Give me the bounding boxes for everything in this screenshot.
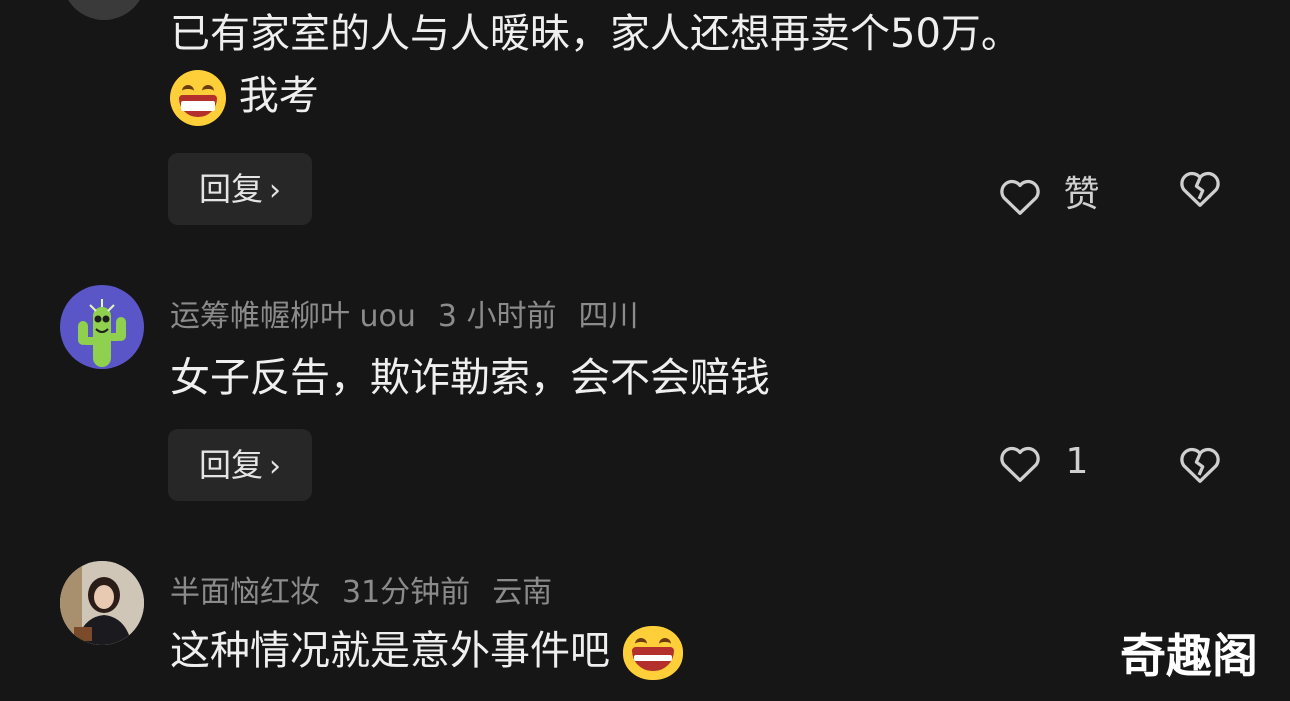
reply-button-label: 回复 [198,170,263,208]
location: 云南 [492,575,553,610]
reply-button[interactable]: 回复 › [168,153,312,225]
like-label: 赞 [1063,174,1100,215]
grinning-emoji-icon [170,70,226,126]
avatar-comment-2[interactable] [60,561,144,645]
broken-heart-icon [1180,171,1220,207]
chevron-right-icon: › [269,173,281,208]
comment-text: 这种情况就是意外事件吧 [170,628,610,674]
laughing-emoji-icon [622,626,683,680]
comment-meta: 运筹帷幄柳叶 uou 3 小时前 四川 [170,291,661,335]
comment-text-suffix: 我考 [238,73,319,119]
username[interactable]: 运筹帷幄柳叶 uou [170,299,416,334]
like-button[interactable]: 赞 [998,165,1099,217]
heart-outline-icon [1000,179,1040,215]
comment-text-line2: 我考 [170,70,319,126]
dislike-button[interactable] [1178,168,1222,212]
like-button[interactable]: 1 [998,441,1088,483]
avatar-comment-1[interactable] [60,285,144,369]
comment-text: 已有家室的人与人暧昧，家人还想再卖个50万。 [170,11,1021,57]
comment-meta: 半面恼红妆 31分钟前 云南 [170,567,574,611]
dislike-button[interactable] [1178,444,1222,488]
watermark-text: 奇趣阁 [1120,629,1258,683]
comment-text: 女子反告，欺诈勒索，会不会赔钱 [170,355,770,401]
reply-button[interactable]: 回复 › [168,429,312,501]
timestamp: 3 小时前 [437,299,557,334]
cactus-avatar-icon [78,299,126,367]
timestamp: 31分钟前 [342,575,471,610]
username[interactable]: 半面恼红妆 [170,575,320,610]
location: 四川 [578,299,639,334]
avatar-comment-0[interactable] [62,0,146,20]
chevron-right-icon: › [269,449,281,484]
reply-button-label: 回复 [198,446,263,484]
person-photo-avatar [60,561,144,645]
broken-heart-icon [1180,447,1220,483]
comment-text-row: 这种情况就是意外事件吧 [170,626,683,680]
like-count: 1 [1065,441,1089,482]
heart-outline-icon [1000,446,1040,482]
